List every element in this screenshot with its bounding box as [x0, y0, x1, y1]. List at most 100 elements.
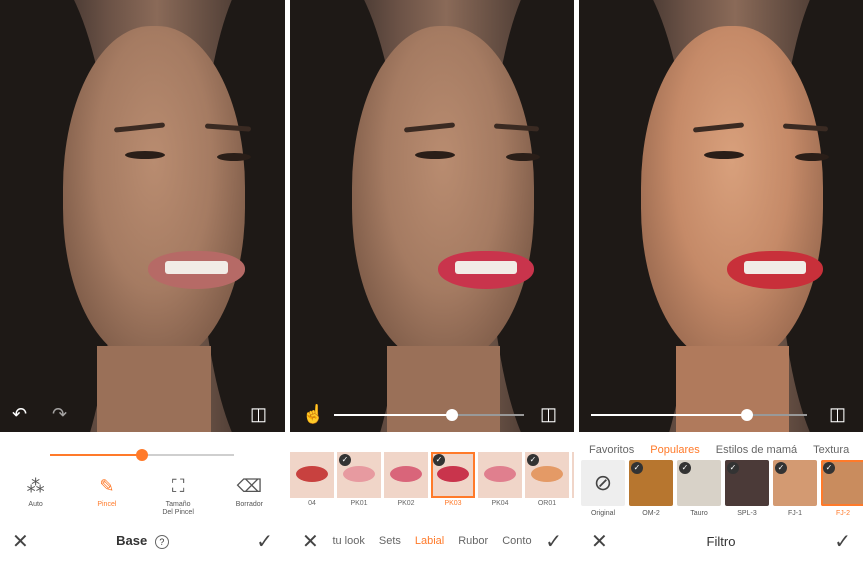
help-icon[interactable]: ? [154, 535, 169, 549]
swatch-label: PK01 [350, 500, 368, 507]
confirm-check-icon[interactable]: ✓ [834, 529, 851, 554]
title-text: Base [116, 533, 148, 548]
tab-tu-look[interactable]: tu look [332, 535, 364, 547]
teeth [165, 261, 228, 275]
filter-thumbnail[interactable]: ✓ [725, 460, 769, 506]
screen-title: Base ? [116, 533, 169, 549]
filter-label: FJ-1 [788, 510, 802, 517]
brush-size-icon: ⛶ [171, 476, 185, 496]
lip-color-preview [484, 466, 516, 482]
bottom-bar: ✕ Filtro ✓ [579, 527, 863, 555]
filter-label: SPL-3 [737, 510, 757, 517]
category-tabs: tu look Sets Labial Rubor Conto [332, 535, 531, 547]
swatch-labels: 04 PK01 PK02 PK03 PK04 OR01 OR [290, 500, 574, 507]
slider-fill [591, 414, 747, 416]
filter-label: FJ-2 [836, 510, 850, 517]
tab-sets[interactable]: Sets [379, 535, 401, 547]
tab-favoritos[interactable]: Favoritos [589, 444, 634, 456]
tab-estilos-de-mam-[interactable]: Estilos de mamá [716, 444, 797, 456]
swatch-label: PK04 [491, 500, 509, 507]
lipstick-swatch[interactable]: ✓ [337, 452, 381, 498]
tool-auto[interactable]: ⁂ Auto [6, 476, 66, 518]
photo-preview[interactable]: ☝ ◫ [290, 0, 574, 432]
filter-thumbnails: ⊘ ✓ ✓ ✓ ✓ ✓ [579, 460, 863, 506]
neck [386, 345, 501, 432]
eraser-icon: ⌫ [236, 476, 263, 496]
close-icon[interactable]: ✕ [591, 529, 608, 554]
intensity-slider[interactable] [50, 449, 234, 461]
tool-brush-size[interactable]: ⛶ Tamaño Del Pincel [148, 476, 208, 518]
intensity-slider[interactable] [591, 409, 807, 421]
close-icon[interactable]: ✕ [12, 529, 29, 554]
magic-wand-icon: ⁂ [26, 476, 45, 496]
panel-filter-editor: ◫ Favoritos Populares Estilos de mamá Textu… [579, 0, 863, 568]
filter-category-tabs: Favoritos Populares Estilos de mamá Textura… [589, 444, 863, 456]
photo-preview[interactable]: ◫ [579, 0, 863, 432]
slider-fill [334, 414, 452, 416]
tool-label: Borrador [235, 501, 263, 508]
compare-icon[interactable]: ◫ [250, 405, 267, 423]
bottom-bar: ✕ Base ? ✓ [0, 527, 285, 555]
filter-labels: Original OM-2 Tauro SPL-3 FJ-1 FJ-2 [579, 510, 863, 517]
compare-icon[interactable]: ◫ [540, 405, 557, 423]
tool-label: Pincel [97, 501, 117, 508]
intensity-slider[interactable] [334, 409, 524, 421]
bottom-bar: ✕ tu look Sets Labial Rubor Conto ✓ [290, 527, 574, 555]
swatch-label: PK02 [397, 500, 415, 507]
tool-label: Tamaño Del Pincel [162, 501, 194, 517]
lipstick-swatch[interactable] [478, 452, 522, 498]
confirm-check-icon[interactable]: ✓ [256, 529, 273, 554]
compare-icon[interactable]: ◫ [829, 405, 846, 423]
redo-icon[interactable]: ↷ [52, 405, 67, 423]
swatch-label: PK03 [444, 500, 462, 507]
undo-icon[interactable]: ↶ [12, 405, 27, 423]
slider-knob[interactable] [136, 449, 148, 461]
tool-row: ⁂ Auto ✎ Pincel ⛶ Tamaño Del Pincel ⌫ Bo… [0, 476, 285, 518]
tab-textura[interactable]: Textura [813, 444, 849, 456]
lipstick-swatch[interactable]: ✓ [431, 452, 475, 498]
photo-preview[interactable]: ↶ ↷ ◫ [0, 0, 285, 432]
check-badge-icon: ✓ [339, 454, 351, 466]
filter-thumbnail[interactable]: ✓ [677, 460, 721, 506]
filter-thumbnail[interactable]: ✓ [773, 460, 817, 506]
tab-populares[interactable]: Populares [650, 444, 700, 456]
screen-title: Filtro [706, 533, 736, 549]
tab-conto[interactable]: Conto [502, 535, 531, 547]
slider-knob[interactable] [740, 409, 753, 421]
no-filter-icon: ⊘ [593, 470, 613, 495]
check-badge-icon: ✓ [775, 462, 787, 474]
lipstick-swatch[interactable]: ✓ [525, 452, 569, 498]
lipstick-swatch[interactable] [384, 452, 428, 498]
swatch-label: 04 [308, 500, 316, 507]
tab-labial[interactable]: Labial [415, 535, 444, 547]
swatch-label: OR01 [537, 500, 557, 507]
neck [675, 345, 790, 432]
tool-eraser[interactable]: ⌫ Borrador [219, 476, 279, 518]
close-icon[interactable]: ✕ [302, 529, 319, 554]
face [352, 25, 535, 363]
filter-thumbnail[interactable]: ✓ [629, 460, 673, 506]
filter-label: OM-2 [642, 510, 660, 517]
tool-brush[interactable]: ✎ Pincel [77, 476, 137, 518]
confirm-check-icon[interactable]: ✓ [545, 529, 562, 554]
lip-color-preview [343, 466, 375, 482]
lip-color-preview [531, 466, 563, 482]
neck [96, 345, 211, 432]
face [641, 25, 824, 363]
teeth [743, 261, 807, 275]
filter-thumbnail[interactable]: ✓ [821, 460, 863, 506]
panel-base-editor: ↶ ↷ ◫ ⁂ Auto ✎ Pincel ⛶ Tamaño Del Pince… [0, 0, 285, 568]
face [62, 25, 246, 363]
lipstick-swatch[interactable] [572, 452, 574, 498]
check-badge-icon: ✓ [433, 454, 445, 466]
lipstick-swatch[interactable] [290, 452, 334, 498]
touch-hand-icon[interactable]: ☝ [302, 405, 324, 423]
tab-rubor[interactable]: Rubor [458, 535, 488, 547]
check-badge-icon: ✓ [679, 462, 691, 474]
filter-thumbnail[interactable]: ⊘ [581, 460, 625, 506]
filter-label: Original [590, 510, 616, 517]
check-badge-icon: ✓ [727, 462, 739, 474]
brush-icon: ✎ [99, 476, 115, 496]
slider-fill [50, 454, 142, 456]
slider-knob[interactable] [445, 409, 458, 421]
